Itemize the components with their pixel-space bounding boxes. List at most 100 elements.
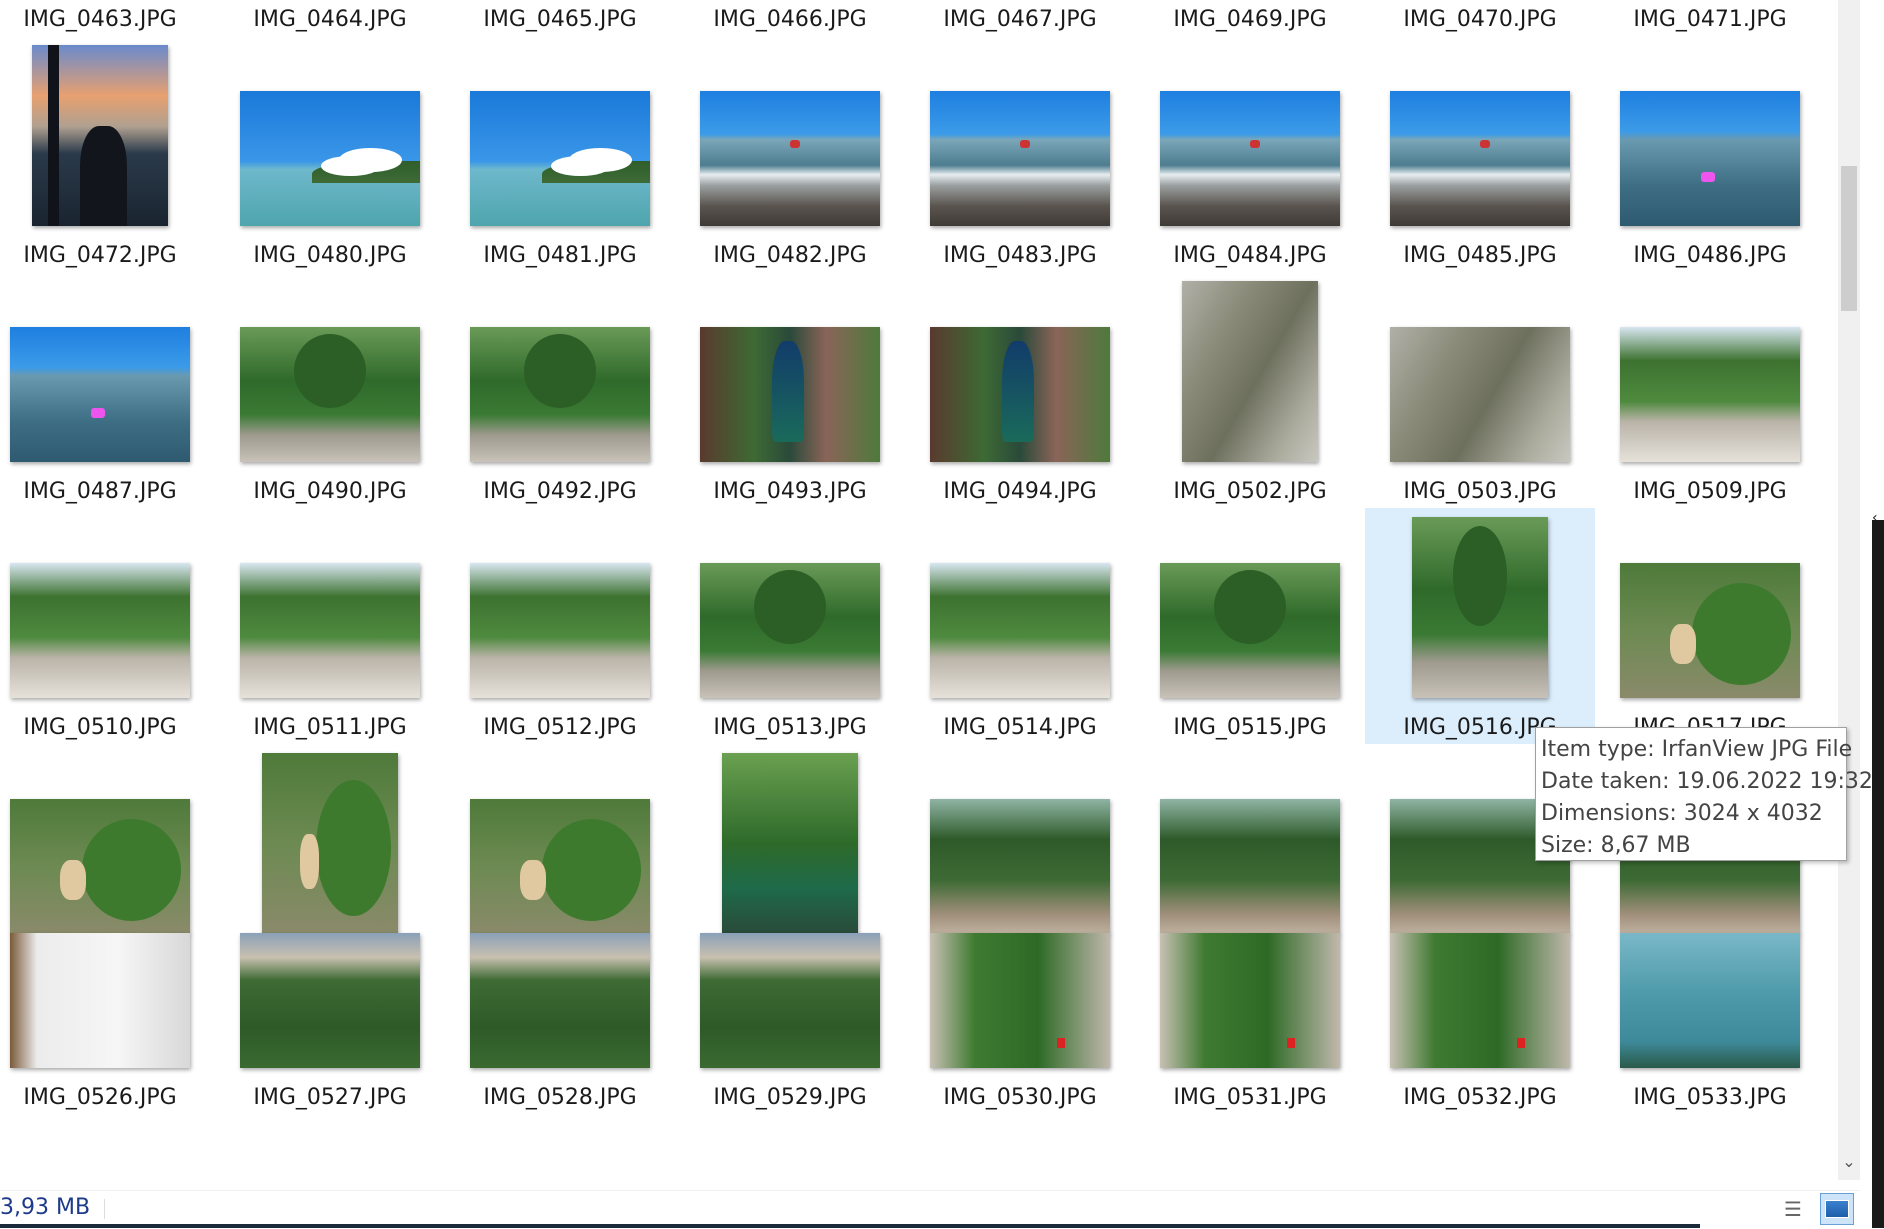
thumbnail-image[interactable]: [10, 799, 190, 934]
thumbnail-image[interactable]: [700, 933, 880, 1068]
file-item[interactable]: IMG_0481.JPG: [445, 36, 675, 272]
file-item[interactable]: IMG_0471.JPG: [1595, 0, 1825, 36]
thumbnail-image[interactable]: [32, 45, 168, 226]
thumbnail-image[interactable]: [700, 327, 880, 462]
vertical-scrollbar[interactable]: ⌄: [1838, 0, 1860, 1180]
file-item[interactable]: IMG_0482.JPG: [675, 36, 905, 272]
file-name-label: IMG_0485.JPG: [1403, 243, 1557, 268]
file-item[interactable]: IMG_0530.JPG: [905, 933, 1135, 1114]
file-item[interactable]: IMG_0464.JPG: [215, 0, 445, 36]
file-item[interactable]: IMG_0510.JPG: [0, 508, 215, 744]
chevron-down-icon[interactable]: ⌄: [1838, 1150, 1860, 1174]
file-item[interactable]: IMG_0526.JPG: [0, 933, 215, 1114]
file-item[interactable]: IMG_0511.JPG: [215, 508, 445, 744]
file-item[interactable]: IMG_0490.JPG: [215, 272, 445, 508]
file-name-label: IMG_0481.JPG: [483, 243, 637, 268]
file-item[interactable]: IMG_0469.JPG: [1135, 0, 1365, 36]
file-item[interactable]: IMG_0516.JPG: [1365, 508, 1595, 744]
file-name-label: IMG_0528.JPG: [483, 1085, 637, 1110]
thumbnail-image[interactable]: [1620, 327, 1800, 462]
thumbnail-image[interactable]: [700, 563, 880, 698]
thumbnail-image[interactable]: [1412, 517, 1548, 698]
file-name-label: IMG_0472.JPG: [23, 243, 177, 268]
file-item[interactable]: IMG_0466.JPG: [675, 0, 905, 36]
file-item[interactable]: IMG_0502.JPG: [1135, 272, 1365, 508]
thumbnail-image[interactable]: [1182, 281, 1318, 462]
thumbnail-image[interactable]: [930, 563, 1110, 698]
file-item[interactable]: IMG_0512.JPG: [445, 508, 675, 744]
thumbnail-image[interactable]: [470, 327, 650, 462]
file-item[interactable]: IMG_0503.JPG: [1365, 272, 1595, 508]
file-item[interactable]: IMG_0513.JPG: [675, 508, 905, 744]
thumbnail-image[interactable]: [10, 327, 190, 462]
thumbnail-image[interactable]: [930, 327, 1110, 462]
thumbnail-image[interactable]: [10, 563, 190, 698]
file-item[interactable]: IMG_0484.JPG: [1135, 36, 1365, 272]
thumbnail-detail: [316, 780, 392, 916]
thumbnail-image[interactable]: [1620, 91, 1800, 226]
thumbnail-detail: [524, 333, 596, 408]
thumbnail-image[interactable]: [1160, 799, 1340, 934]
thumbnail-image[interactable]: [1390, 91, 1570, 226]
thumbnail-image[interactable]: [240, 563, 420, 698]
file-name-label: IMG_0530.JPG: [943, 1085, 1097, 1110]
thumbnail-image[interactable]: [470, 933, 650, 1068]
thumbnail-detail: [48, 45, 60, 226]
thumbnail-detail: [790, 139, 800, 148]
thumbnail-detail: [79, 126, 128, 226]
file-item[interactable]: IMG_0480.JPG: [215, 36, 445, 272]
file-item[interactable]: IMG_0467.JPG: [905, 0, 1135, 36]
file-item[interactable]: IMG_0528.JPG: [445, 933, 675, 1114]
file-name-label: IMG_0471.JPG: [1633, 7, 1787, 32]
tooltip-dimensions: Dimensions: 3024 x 4032: [1541, 801, 1823, 826]
thumbnail-image[interactable]: [930, 933, 1110, 1068]
file-item[interactable]: IMG_0492.JPG: [445, 272, 675, 508]
thumbnail-image[interactable]: [262, 753, 398, 934]
file-item[interactable]: IMG_0531.JPG: [1135, 933, 1365, 1114]
file-item[interactable]: IMG_0527.JPG: [215, 933, 445, 1114]
details-view-icon[interactable]: ☰: [1778, 1195, 1808, 1223]
thumbnail-detail: [300, 834, 320, 889]
file-item[interactable]: IMG_0533.JPG: [1595, 933, 1825, 1114]
thumbnail-image[interactable]: [240, 91, 420, 226]
thumbnail-image[interactable]: [1620, 933, 1800, 1068]
thumbnail-image[interactable]: [1160, 563, 1340, 698]
thumbnail-image[interactable]: [470, 799, 650, 934]
thumbnail-image[interactable]: [722, 753, 858, 934]
thumbnail-image[interactable]: [930, 91, 1110, 226]
tooltip-size: Size: 8,67 MB: [1541, 833, 1691, 858]
file-item[interactable]: IMG_0465.JPG: [445, 0, 675, 36]
file-item[interactable]: IMG_0485.JPG: [1365, 36, 1595, 272]
thumbnail-image[interactable]: [1620, 563, 1800, 698]
thumbnail-image[interactable]: [240, 933, 420, 1068]
thumbnail-image[interactable]: [1390, 933, 1570, 1068]
file-item[interactable]: IMG_0532.JPG: [1365, 933, 1595, 1114]
file-item[interactable]: IMG_0494.JPG: [905, 272, 1135, 508]
file-item[interactable]: IMG_0517.JPG: [1595, 508, 1825, 744]
thumbnail-image[interactable]: [700, 91, 880, 226]
thumbnail-image[interactable]: [1160, 933, 1340, 1068]
file-item[interactable]: IMG_0514.JPG: [905, 508, 1135, 744]
file-item[interactable]: IMG_0515.JPG: [1135, 508, 1365, 744]
file-item[interactable]: IMG_0509.JPG: [1595, 272, 1825, 508]
file-name-label: IMG_0531.JPG: [1173, 1085, 1327, 1110]
thumbnail-image[interactable]: [470, 563, 650, 698]
thumbnail-image[interactable]: [930, 799, 1110, 934]
thumbnail-image[interactable]: [1390, 327, 1570, 462]
file-item[interactable]: IMG_0486.JPG: [1595, 36, 1825, 272]
file-item[interactable]: IMG_0463.JPG: [0, 0, 215, 36]
thumbnail-image[interactable]: [240, 327, 420, 462]
thumbnail-image[interactable]: [1160, 91, 1340, 226]
file-item[interactable]: IMG_0529.JPG: [675, 933, 905, 1114]
file-item[interactable]: IMG_0487.JPG: [0, 272, 215, 508]
thumbnail-image[interactable]: [470, 91, 650, 226]
file-name-label: IMG_0483.JPG: [943, 243, 1097, 268]
large-icons-view-icon[interactable]: [1820, 1193, 1854, 1225]
file-name-label: IMG_0487.JPG: [23, 479, 177, 504]
file-item[interactable]: IMG_0470.JPG: [1365, 0, 1595, 36]
thumbnail-image[interactable]: [10, 933, 190, 1068]
file-item[interactable]: IMG_0483.JPG: [905, 36, 1135, 272]
file-item[interactable]: IMG_0493.JPG: [675, 272, 905, 508]
file-item[interactable]: IMG_0472.JPG: [0, 36, 215, 272]
scrollbar-thumb[interactable]: [1841, 166, 1857, 311]
